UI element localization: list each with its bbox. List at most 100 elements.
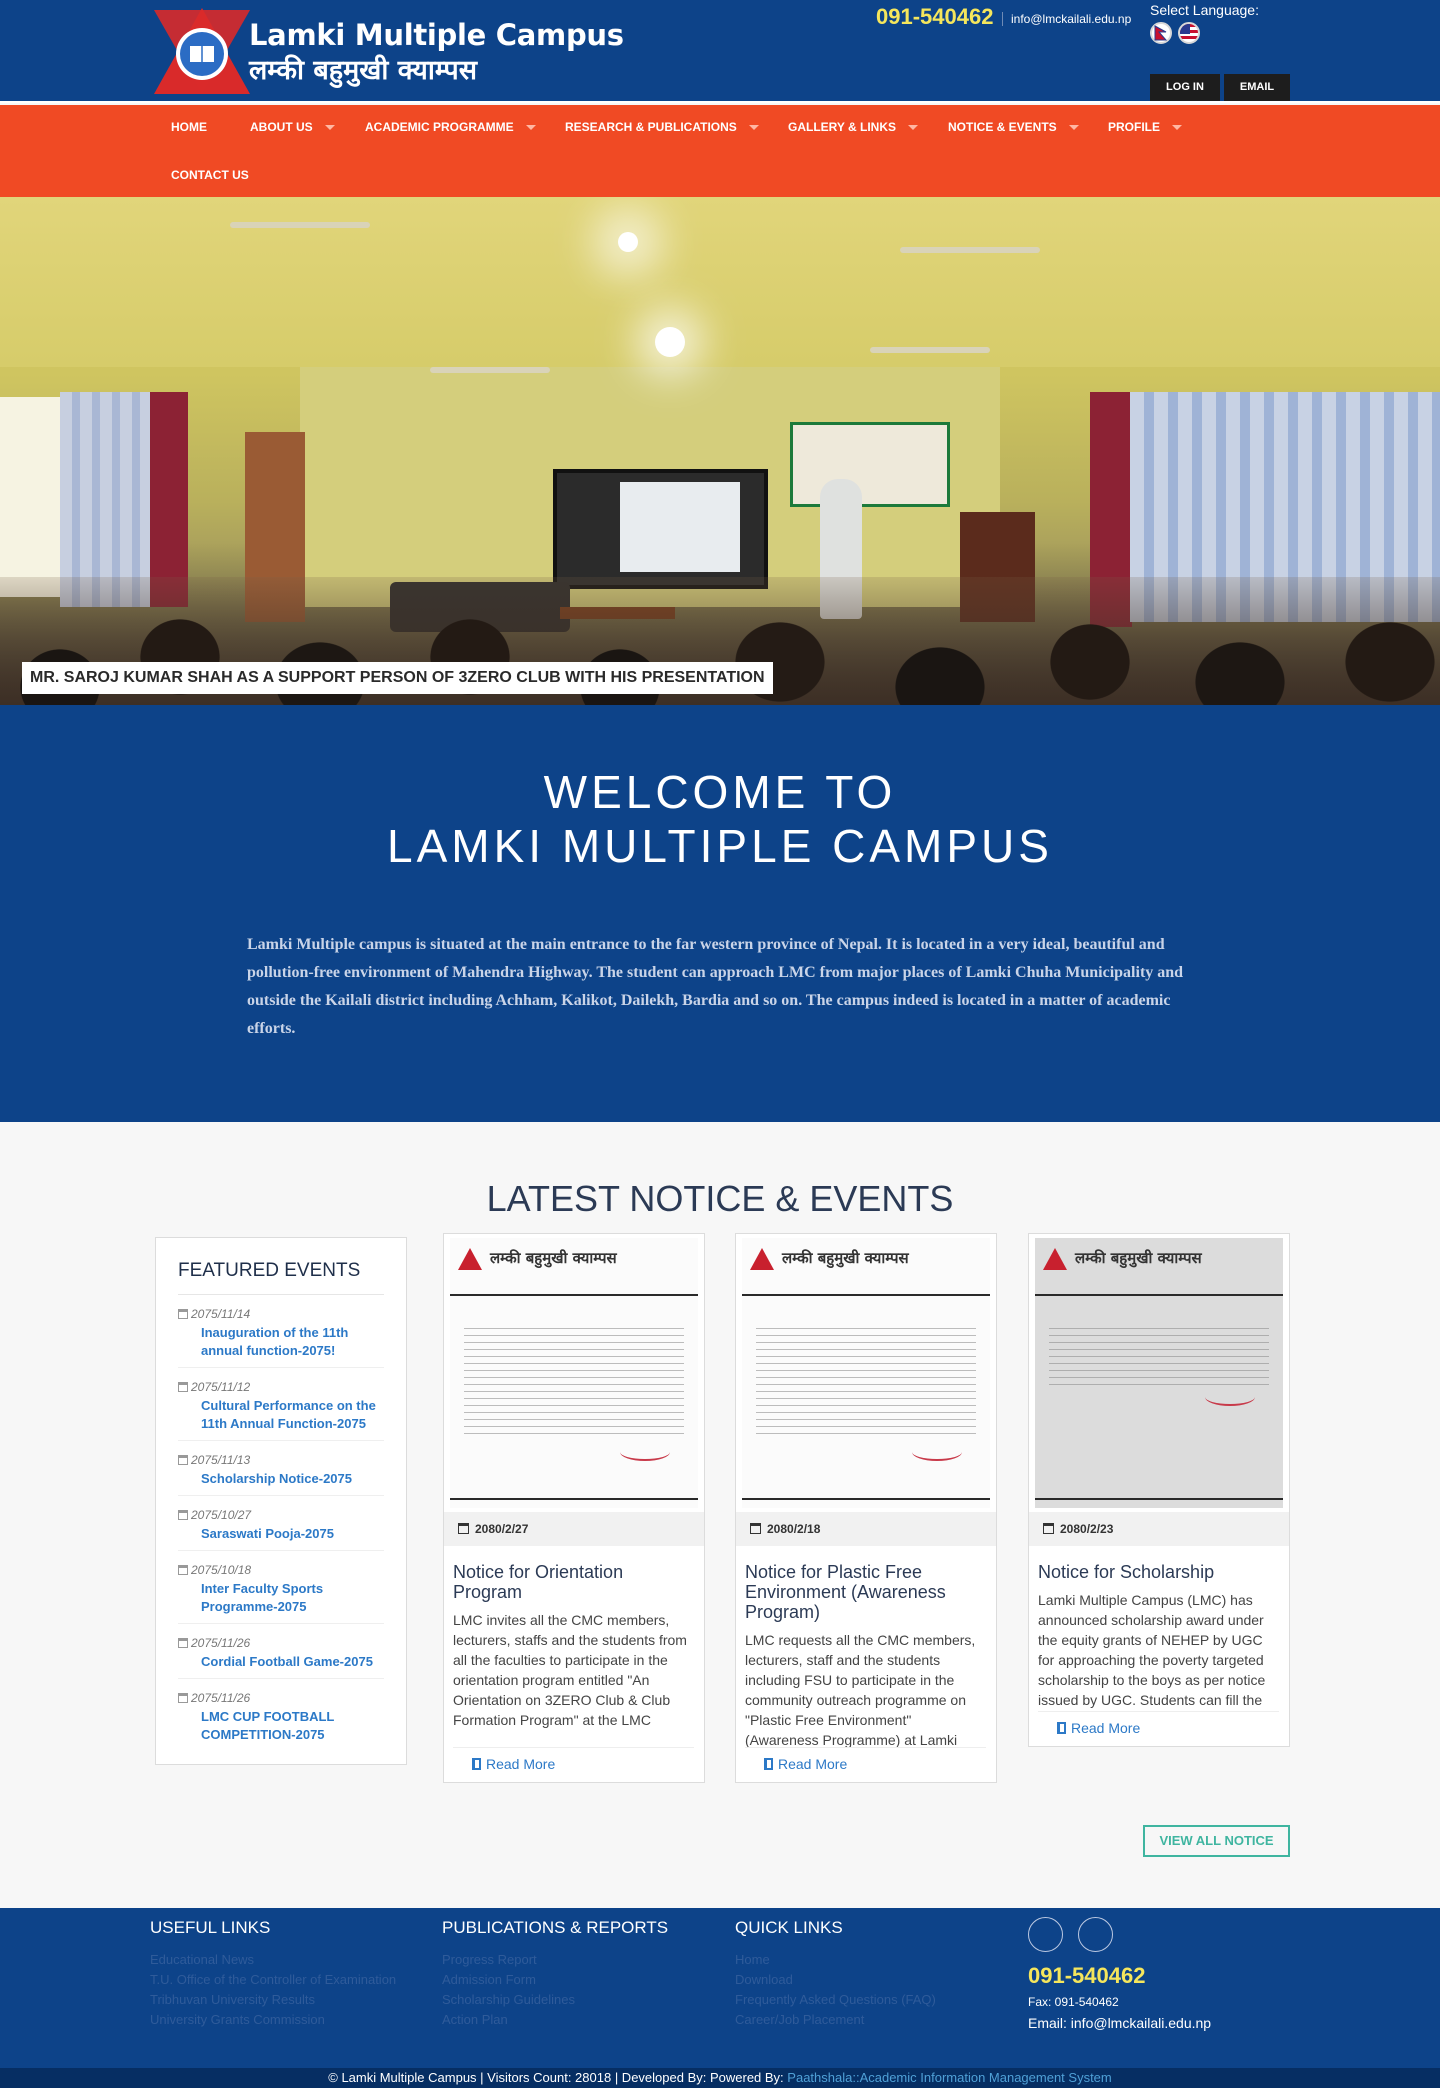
footer-fax: Fax: 091-540462 bbox=[1028, 1995, 1119, 2009]
event-link[interactable]: Inter Faculty Sports Programme-2075 bbox=[201, 1580, 384, 1616]
notice-date-text: 2080/2/18 bbox=[767, 1522, 821, 1536]
nav-contact-us[interactable]: CONTACT US bbox=[171, 153, 249, 197]
footer-link[interactable]: University Grants Commission bbox=[150, 2010, 410, 2030]
chevron-down-icon bbox=[748, 125, 759, 131]
notice-card: लम्की बहुमुखी क्याम्पस 2080/2/18 Notice … bbox=[735, 1233, 997, 1783]
welcome-title-line2: LAMKI MULTIPLE CAMPUS bbox=[387, 820, 1053, 872]
nav-research-publications[interactable]: RESEARCH & PUBLICATIONS bbox=[565, 105, 759, 149]
notice-document: लम्की बहुमुखी क्याम्पस bbox=[1035, 1238, 1283, 1508]
ceiling-fan bbox=[430, 367, 550, 373]
footer-link[interactable]: Tribhuvan University Results bbox=[150, 1990, 410, 2010]
document-letterhead: लम्की बहुमुखी क्याम्पस bbox=[782, 1249, 909, 1267]
nav-academic-programme[interactable]: ACADEMIC PROGRAMME bbox=[365, 105, 536, 149]
footer-link[interactable]: Progress Report bbox=[442, 1950, 702, 1970]
read-more-link[interactable]: Read More bbox=[444, 1748, 704, 1782]
youtube-icon[interactable] bbox=[1078, 1917, 1113, 1952]
powered-by-link[interactable]: Paathshala::Academic Information Managem… bbox=[787, 2070, 1111, 2085]
hero-curtain bbox=[60, 392, 150, 607]
copyright-text: © Lamki Multiple Campus | Visitors Count… bbox=[328, 2070, 784, 2085]
view-all-notice-button[interactable]: VIEW ALL NOTICE bbox=[1143, 1825, 1290, 1857]
email-button[interactable]: EMAIL bbox=[1224, 74, 1290, 101]
publications-column: PUBLICATIONS & REPORTS Progress Report A… bbox=[442, 1918, 702, 2030]
notice-image[interactable]: लम्की बहुमुखी क्याम्पस bbox=[444, 1234, 704, 1512]
brand-name-nepali: लम्की बहुमुखी क्याम्पस bbox=[249, 55, 478, 86]
event-link[interactable]: Saraswati Pooja-2075 bbox=[201, 1525, 384, 1543]
nav-gallery-links[interactable]: GALLERY & LINKS bbox=[788, 105, 919, 149]
document-text bbox=[464, 1328, 684, 1438]
footer-link[interactable]: Action Plan bbox=[442, 2010, 702, 2030]
notice-title[interactable]: Notice for Plastic Free Environment (Awa… bbox=[745, 1562, 986, 1622]
calendar-icon bbox=[178, 1565, 188, 1575]
calendar-icon bbox=[178, 1693, 188, 1703]
read-more-link[interactable]: Read More bbox=[736, 1748, 996, 1782]
event-date: 2075/10/27 bbox=[178, 1508, 384, 1522]
document-footer bbox=[742, 1498, 990, 1500]
notice-image[interactable]: लम्की बहुमुखी क्याम्पस bbox=[736, 1234, 996, 1512]
nav-label: ACADEMIC PROGRAMME bbox=[365, 120, 514, 134]
footer-link[interactable]: Career/Job Placement bbox=[735, 2010, 995, 2030]
nav-notice-events[interactable]: NOTICE & EVENTS bbox=[948, 105, 1079, 149]
event-link[interactable]: Inauguration of the 11th annual function… bbox=[201, 1324, 384, 1360]
event-link[interactable]: Scholarship Notice-2075 bbox=[201, 1470, 384, 1488]
read-more-label: Read More bbox=[778, 1756, 848, 1772]
calendar-icon bbox=[750, 1523, 761, 1534]
event-date: 2075/11/13 bbox=[178, 1453, 384, 1467]
notice-date-text: 2080/2/23 bbox=[1060, 1522, 1114, 1536]
event-date-text: 2075/11/26 bbox=[191, 1636, 251, 1650]
login-button[interactable]: LOG IN bbox=[1150, 74, 1220, 101]
event-date: 2075/10/18 bbox=[178, 1563, 384, 1577]
footer-link[interactable]: Frequently Asked Questions (FAQ) bbox=[735, 1990, 995, 2010]
list-item: 2075/11/26 Cordial Football Game-2075 bbox=[178, 1624, 384, 1679]
notice-title[interactable]: Notice for Scholarship bbox=[1038, 1562, 1279, 1582]
nepal-flag-icon[interactable] bbox=[1150, 22, 1172, 44]
footer-link[interactable]: Admission Form bbox=[442, 1970, 702, 1990]
calendar-icon bbox=[1043, 1523, 1054, 1534]
notice-section-title: LATEST NOTICE & EVENTS bbox=[486, 1178, 954, 1219]
document-header: लम्की बहुमुखी क्याम्पस bbox=[1035, 1238, 1283, 1296]
footer-link[interactable]: Educational News bbox=[150, 1950, 410, 1970]
usa-flag-icon[interactable] bbox=[1178, 22, 1200, 44]
brand-name-english: Lamki Multiple Campus bbox=[249, 18, 624, 52]
nav-label: CONTACT US bbox=[171, 168, 249, 182]
document-text bbox=[756, 1328, 976, 1438]
footer-phone: 091-540462 bbox=[1028, 1963, 1146, 1988]
notice-excerpt: Lamki Multiple Campus (LMC) has announce… bbox=[1038, 1590, 1279, 1712]
chevron-down-icon bbox=[1172, 125, 1183, 131]
campus-logo[interactable] bbox=[152, 6, 252, 98]
document-header: लम्की बहुमुखी क्याम्पस bbox=[450, 1238, 698, 1296]
nav-label: NOTICE & EVENTS bbox=[948, 120, 1057, 134]
event-link[interactable]: Cultural Performance on the 11th Annual … bbox=[201, 1397, 384, 1433]
notice-image[interactable]: लम्की बहुमुखी क्याम्पस bbox=[1029, 1234, 1289, 1512]
document-letterhead: लम्की बहुमुखी क्याम्पस bbox=[490, 1249, 617, 1267]
projected-slide bbox=[620, 482, 740, 572]
event-link[interactable]: LMC CUP FOOTBALL COMPETITION-2075 bbox=[201, 1708, 384, 1744]
chevron-down-icon bbox=[1068, 125, 1079, 131]
facebook-icon[interactable] bbox=[1028, 1917, 1063, 1952]
header-email-link[interactable]: info@lmckailali.edu.np bbox=[1002, 12, 1131, 26]
header-phone: 091-540462 bbox=[876, 4, 994, 29]
emblem-icon bbox=[458, 1248, 482, 1270]
nav-profile[interactable]: PROFILE bbox=[1108, 105, 1183, 149]
nav-home[interactable]: HOME bbox=[171, 105, 207, 149]
footer-link[interactable]: T.U. Office of the Controller of Examina… bbox=[150, 1970, 410, 1990]
hero-slider-image[interactable] bbox=[0, 197, 1440, 705]
read-more-link[interactable]: Read More bbox=[1029, 1712, 1289, 1746]
footer-link[interactable]: Scholarship Guidelines bbox=[442, 1990, 702, 2010]
nav-about-us[interactable]: ABOUT US bbox=[250, 105, 335, 149]
featured-events-title: FEATURED EVENTS bbox=[178, 1260, 384, 1295]
event-date-text: 2075/10/27 bbox=[191, 1508, 252, 1522]
footer-link[interactable]: Home bbox=[735, 1950, 995, 1970]
footer-email[interactable]: Email: info@lmckailali.edu.np bbox=[1028, 2015, 1211, 2031]
hero-ceiling bbox=[0, 197, 1440, 367]
list-item: 2075/11/26 LMC CUP FOOTBALL COMPETITION-… bbox=[178, 1679, 384, 1751]
chevron-down-icon bbox=[324, 125, 335, 131]
event-link[interactable]: Cordial Football Game-2075 bbox=[201, 1653, 384, 1671]
list-item: 2075/11/14 Inauguration of the 11th annu… bbox=[178, 1295, 384, 1368]
calendar-icon bbox=[178, 1638, 188, 1648]
footer-link[interactable]: Download bbox=[735, 1970, 995, 1990]
ceiling-fan bbox=[900, 247, 1040, 253]
ceiling-fan bbox=[230, 222, 370, 228]
notice-title[interactable]: Notice for Orientation Program bbox=[453, 1562, 694, 1602]
welcome-title-line1: WELCOME TO bbox=[543, 766, 897, 818]
hero-light bbox=[618, 232, 638, 252]
